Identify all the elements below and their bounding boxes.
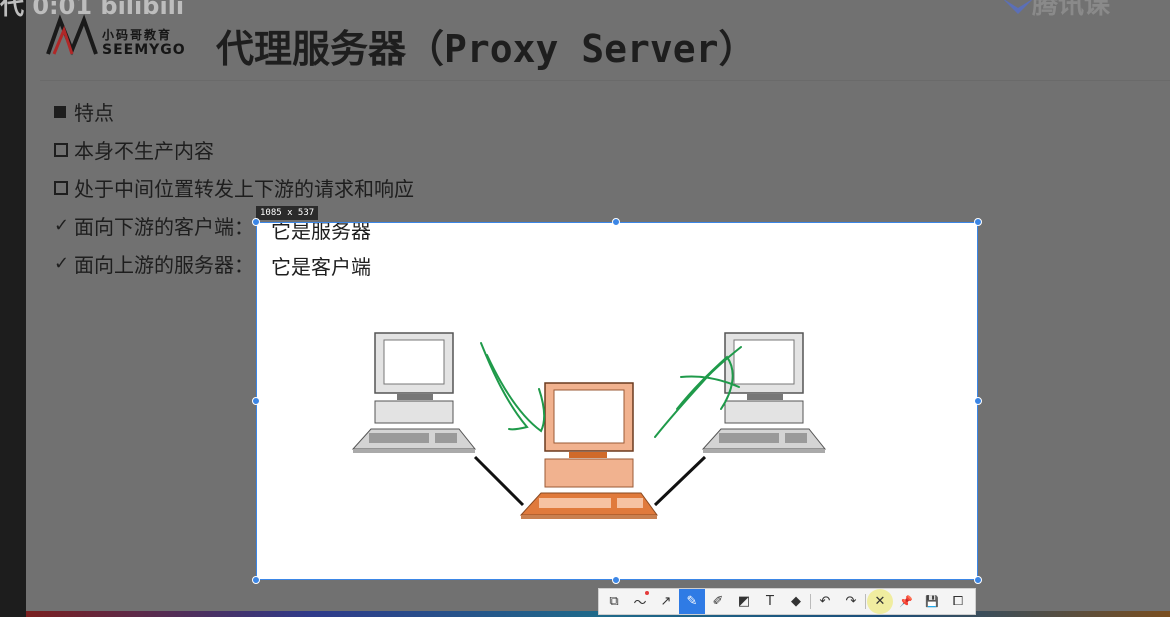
tencent-class-logo-icon bbox=[1004, 0, 1032, 14]
redo-button[interactable]: ↷ bbox=[838, 589, 864, 614]
copy-icon: ⧠ bbox=[952, 594, 964, 609]
bullet-features: 特点 bbox=[54, 97, 114, 126]
close-button[interactable]: ✕ bbox=[867, 589, 893, 614]
resize-handle-top-right[interactable] bbox=[974, 218, 982, 226]
copy-button[interactable]: ⧠ bbox=[945, 589, 971, 614]
bullet-text: 特点 bbox=[74, 101, 114, 125]
bullet-no-content: 本身不生产内容 bbox=[54, 135, 214, 164]
mosaic-tool-button[interactable]: ◩ bbox=[731, 589, 757, 614]
client-computer-icon bbox=[351, 332, 477, 453]
eraser-tool-button[interactable]: ◆ bbox=[783, 589, 809, 614]
arrow-icon: ↗ bbox=[660, 594, 672, 609]
pin-icon: 📌 bbox=[899, 595, 913, 608]
bullet-downstream: ✓ 面向下游的客户端： bbox=[54, 211, 254, 240]
resize-handle-top[interactable] bbox=[612, 218, 620, 226]
marker-icon: ✐ bbox=[712, 594, 724, 609]
text-icon: T bbox=[766, 594, 774, 609]
marker-tool-button[interactable]: ✐ bbox=[705, 589, 731, 614]
page-title: 代理服务器（Proxy Server） bbox=[216, 27, 757, 71]
bullet-text: 面向下游的客户端： bbox=[74, 215, 254, 239]
proxy-computer-icon bbox=[519, 382, 658, 519]
proxy-diagram bbox=[351, 332, 827, 519]
redo-icon: ↷ bbox=[845, 594, 857, 609]
logo-cn-text: 小码哥教育 bbox=[102, 28, 173, 42]
save-icon: 💾 bbox=[925, 595, 939, 608]
pen-tool-button[interactable]: ✎ bbox=[679, 589, 705, 614]
selection-size-label: 1085 x 537 bbox=[256, 206, 319, 220]
client-proxy-link bbox=[473, 455, 525, 507]
bullet-upstream: ✓ 面向上游的服务器： bbox=[54, 249, 254, 278]
logo-en-text: SEEMYGO bbox=[102, 42, 186, 58]
checkmark-icon: ✓ bbox=[54, 253, 70, 274]
screenshot-selection[interactable]: 它是服务器 它是客户端 bbox=[256, 222, 978, 580]
undo-button[interactable]: ↶ bbox=[812, 589, 838, 614]
resize-handle-bottom-left[interactable] bbox=[252, 576, 260, 584]
filled-square-icon bbox=[54, 105, 66, 118]
hollow-square-icon bbox=[54, 180, 68, 195]
mosaic-icon: ◩ bbox=[737, 594, 751, 609]
resize-handle-top-left[interactable] bbox=[252, 218, 260, 226]
curve-icon: 〜 bbox=[633, 596, 647, 611]
badge-dot bbox=[645, 591, 649, 595]
eraser-icon: ◆ bbox=[791, 594, 801, 609]
server-computer-icon bbox=[701, 332, 827, 453]
proxy-server-link bbox=[653, 455, 707, 507]
rectangle-tool-button[interactable]: ⧉ bbox=[601, 589, 627, 614]
resize-handle-left[interactable] bbox=[252, 397, 260, 405]
toolbar-divider bbox=[810, 594, 811, 609]
toolbar-divider bbox=[865, 594, 866, 609]
rectangle-icon: ⧉ bbox=[609, 594, 619, 609]
title-divider bbox=[40, 80, 1170, 81]
curve-tool-button[interactable]: 〜 bbox=[627, 589, 653, 614]
pen-icon: ✎ bbox=[686, 594, 698, 609]
screenshot-toolbar: ⧉ 〜 ↗ ✎ ✐ ◩ T ◆ ↶ ↷ ✕ 📌 💾 ⧠ bbox=[598, 588, 976, 615]
bullet-text: 本身不生产内容 bbox=[74, 139, 214, 163]
bullet-text: 面向上游的服务器： bbox=[74, 253, 254, 277]
close-icon: ✕ bbox=[874, 594, 886, 609]
bullet-forwarding: 处于中间位置转发上下游的请求和响应 bbox=[54, 173, 414, 202]
save-button[interactable]: 💾 bbox=[919, 589, 945, 614]
undo-icon: ↶ bbox=[819, 594, 831, 609]
resize-handle-bottom[interactable] bbox=[612, 576, 620, 584]
arrow-tool-button[interactable]: ↗ bbox=[653, 589, 679, 614]
text-tool-button[interactable]: T bbox=[757, 589, 783, 614]
resize-handle-right[interactable] bbox=[974, 397, 982, 405]
bullet-text: 处于中间位置转发上下游的请求和响应 bbox=[74, 177, 414, 201]
resize-handle-bottom-right[interactable] bbox=[974, 576, 982, 584]
pin-button[interactable]: 📌 bbox=[893, 589, 919, 614]
hollow-square-icon bbox=[54, 142, 68, 157]
watermark-right: 腾讯课 bbox=[1031, 0, 1110, 20]
checkmark-icon: ✓ bbox=[54, 215, 70, 236]
